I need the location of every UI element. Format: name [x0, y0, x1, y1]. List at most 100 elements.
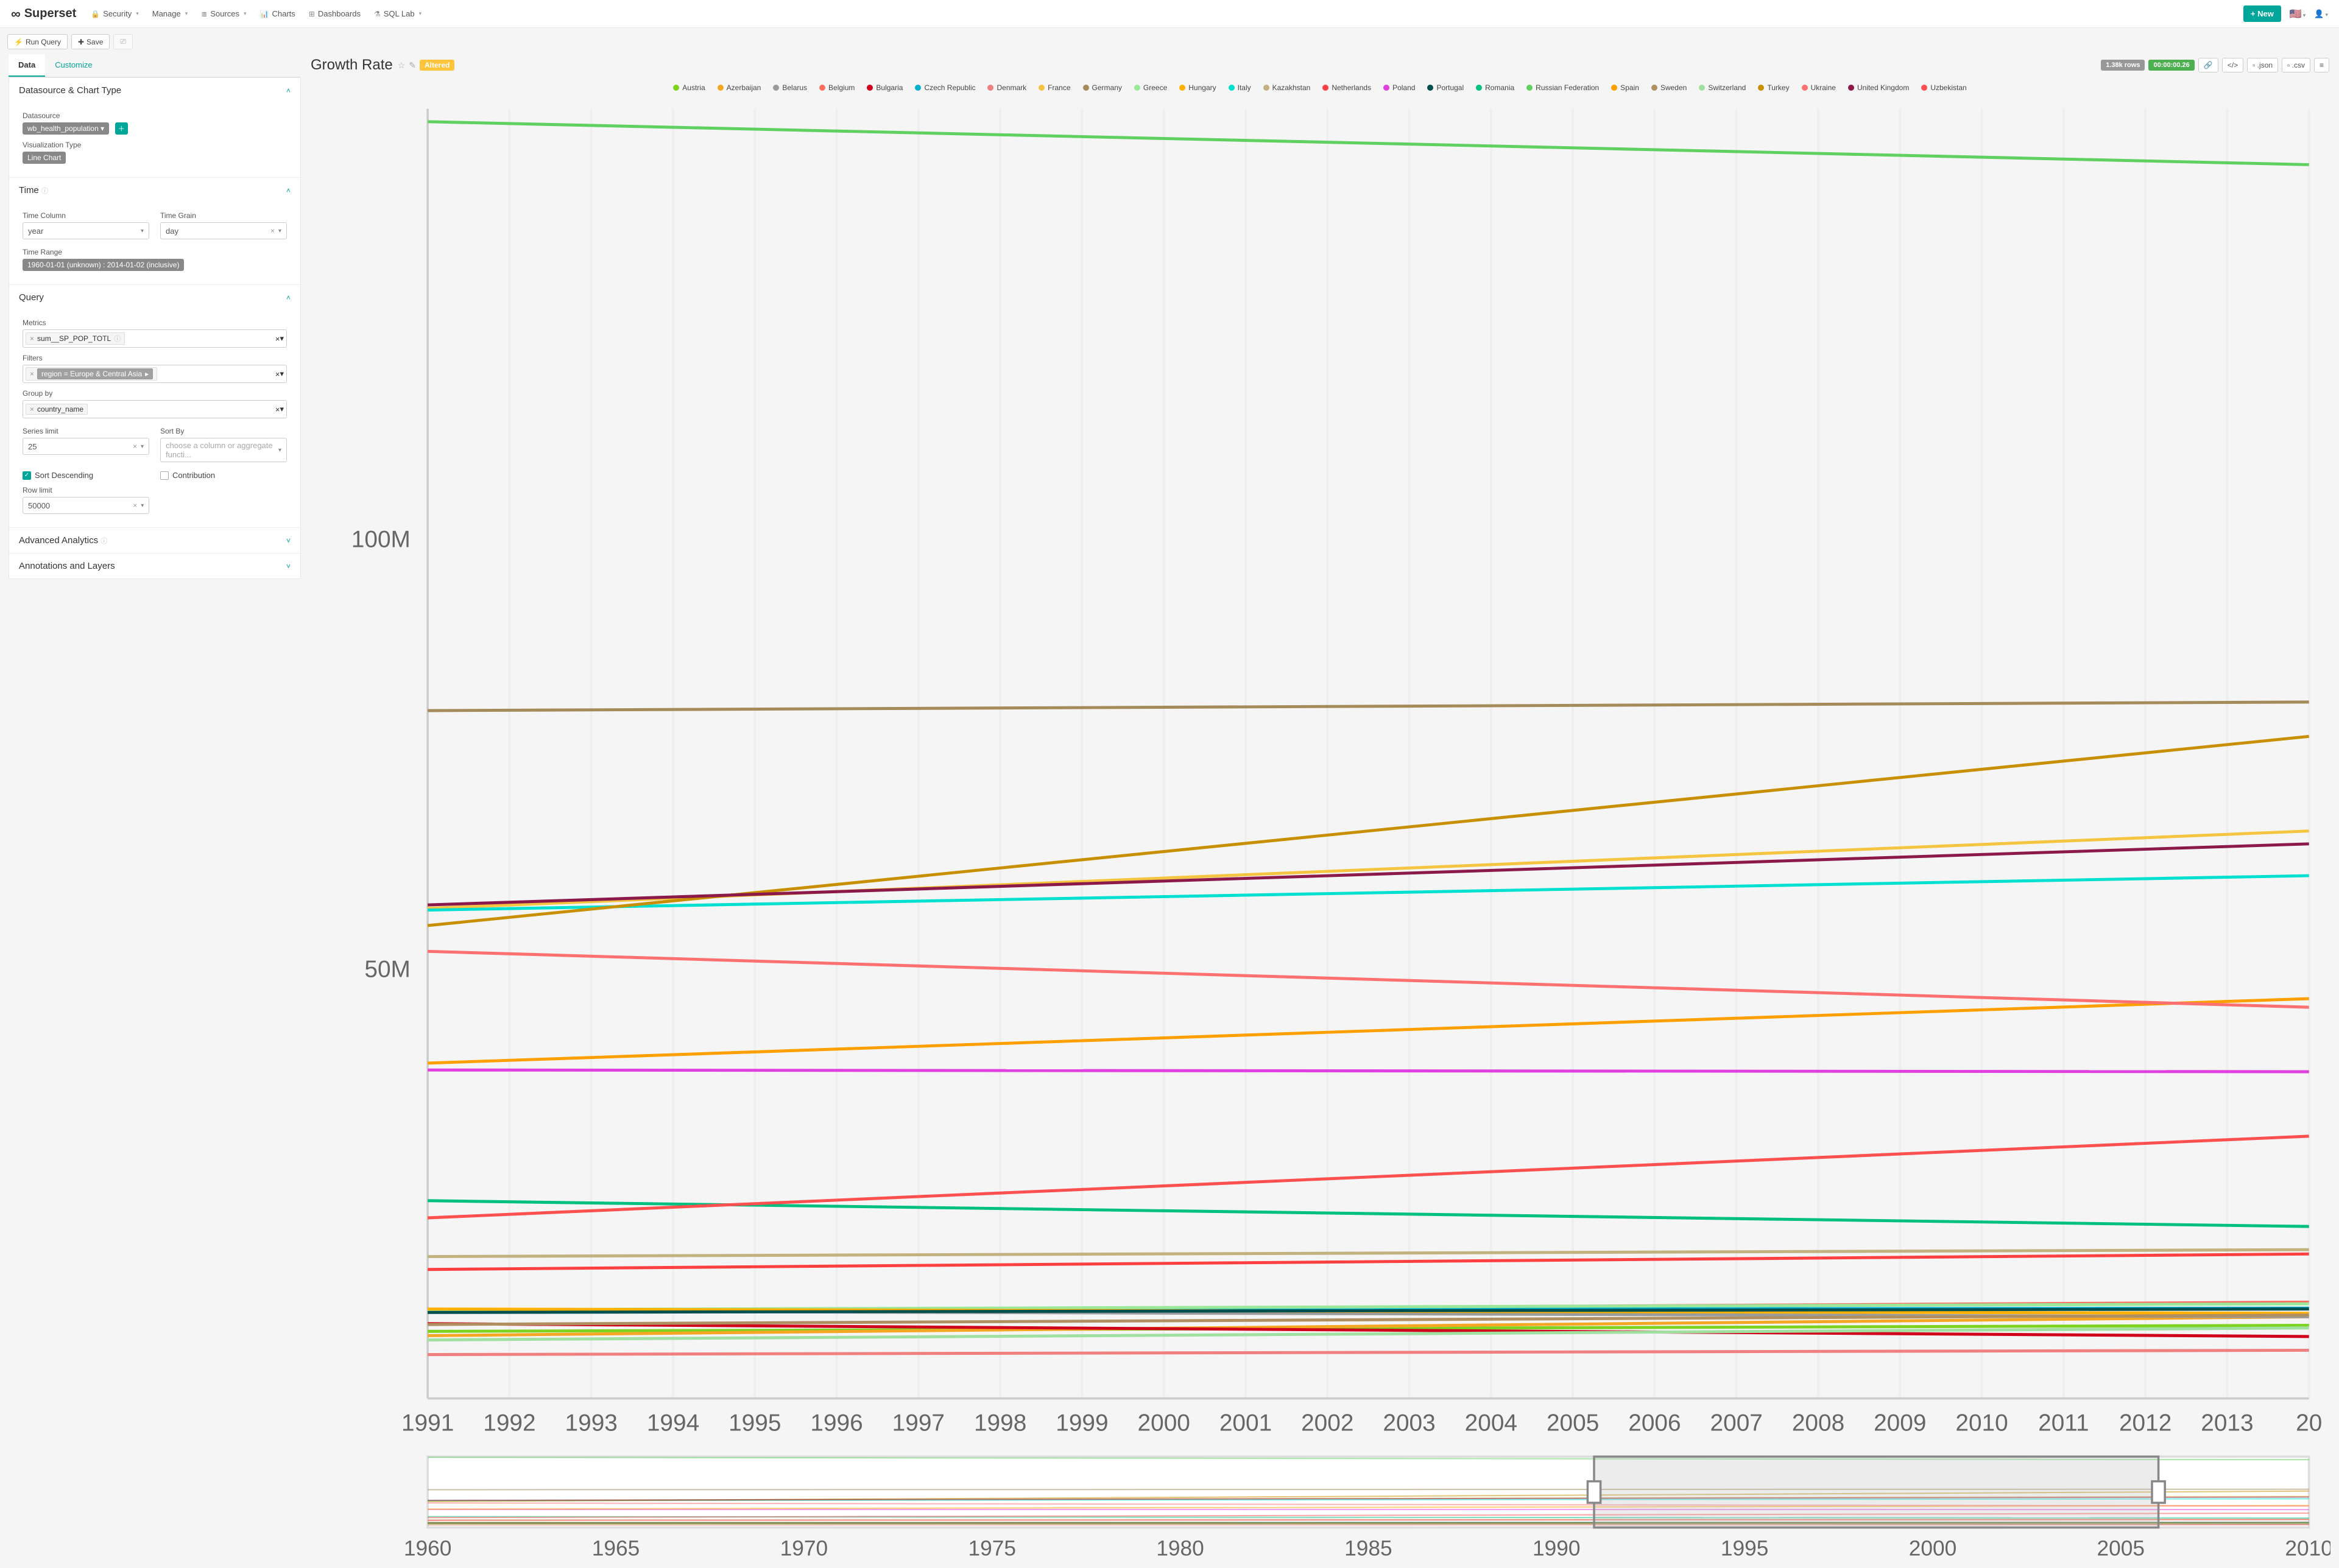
section-header-advanced[interactable]: Advanced Analytics ⓘ˅	[9, 528, 300, 553]
filters-input[interactable]: ×region = Europe & Central Asia ▸×▾	[23, 365, 287, 383]
nav-item-dashboards[interactable]: ⊞Dashboards	[309, 9, 361, 18]
legend-item[interactable]: Turkey	[1758, 83, 1789, 92]
legend-item[interactable]: Azerbaijan	[718, 83, 761, 92]
new-button[interactable]: New	[2243, 5, 2281, 22]
nav-item-manage[interactable]: Manage▾	[152, 9, 188, 18]
short-url-button[interactable]: ⎚	[113, 34, 133, 49]
nav-item-sql-lab[interactable]: ⚗SQL Lab▾	[374, 9, 422, 18]
legend-item[interactable]: Austria	[673, 83, 705, 92]
svg-text:2010: 2010	[2285, 1536, 2330, 1559]
legend-item[interactable]: United Kingdom	[1848, 83, 1909, 92]
legend-item[interactable]: Kazakhstan	[1263, 83, 1311, 92]
toolbar: ⚡Run Query ✚Save ⎚	[0, 28, 2339, 49]
edit-icon[interactable]: ✎	[409, 60, 416, 71]
superset-logo-icon: ∞	[11, 6, 21, 22]
legend-item[interactable]: Spain	[1611, 83, 1639, 92]
legend-item[interactable]: Belgium	[819, 83, 855, 92]
section-header-annotations[interactable]: Annotations and Layers˅	[9, 554, 300, 578]
legend-item[interactable]: Denmark	[987, 83, 1026, 92]
remove-tag-icon[interactable]: ×	[30, 405, 34, 413]
export-csv-button[interactable]: ▫ .csv	[2282, 58, 2310, 72]
info-icon: ⓘ	[41, 188, 48, 195]
legend-item[interactable]: Czech Republic	[915, 83, 975, 92]
embed-button[interactable]: </>	[2222, 58, 2243, 72]
sort-desc-checkbox[interactable]: ✓Sort Descending	[23, 471, 149, 480]
groupby-input[interactable]: ×country_name×▾	[23, 400, 287, 418]
legend-item[interactable]: Sweden	[1651, 83, 1687, 92]
clear-icon[interactable]: ×	[133, 501, 137, 510]
nav-item-sources[interactable]: ≣Sources▾	[201, 9, 246, 18]
svg-text:1960: 1960	[404, 1536, 452, 1559]
svg-text:1970: 1970	[780, 1536, 828, 1559]
section-query: Query˄ Metrics ×sum__SP_POP_TOTL ⓘ×▾ Fil…	[9, 285, 300, 528]
range-brush[interactable]: 1960196519701975198019851990199520002005…	[309, 1452, 2330, 1559]
menu-button[interactable]: ≡	[2314, 58, 2329, 72]
legend-item[interactable]: France	[1039, 83, 1070, 92]
svg-text:2005: 2005	[1547, 1410, 1599, 1436]
legend-item[interactable]: Belarus	[773, 83, 807, 92]
svg-text:2009: 2009	[1874, 1410, 1926, 1436]
svg-text:2000: 2000	[1909, 1536, 1957, 1559]
legend-item[interactable]: Switzerland	[1699, 83, 1746, 92]
svg-text:1990: 1990	[1533, 1536, 1581, 1559]
legend-item[interactable]: Uzbekistan	[1921, 83, 1966, 92]
rowlimit-select[interactable]: 50000×▾	[23, 497, 149, 514]
time-column-select[interactable]: year▾	[23, 222, 149, 239]
clear-icon[interactable]: ×	[275, 405, 280, 414]
legend-item[interactable]: Germany	[1083, 83, 1122, 92]
tab-customize[interactable]: Customize	[45, 54, 102, 77]
legend-item[interactable]: Ukraine	[1802, 83, 1836, 92]
clear-icon[interactable]: ×	[275, 370, 280, 379]
legend-item[interactable]: Romania	[1476, 83, 1514, 92]
star-icon[interactable]: ☆	[398, 60, 406, 71]
nav-item-charts[interactable]: 📊Charts	[260, 9, 295, 18]
legend-item[interactable]: Greece	[1134, 83, 1167, 92]
locale-flag-icon[interactable]: 🇺🇸▾	[2290, 8, 2305, 20]
section-time: Time ⓘ˄ Time Column year▾ Time Grain day…	[9, 178, 300, 285]
metrics-input[interactable]: ×sum__SP_POP_TOTL ⓘ×▾	[23, 329, 287, 348]
link-button[interactable]: 🔗	[2198, 58, 2218, 72]
contribution-checkbox[interactable]: Contribution	[160, 471, 287, 480]
save-button[interactable]: ✚Save	[71, 34, 110, 49]
line-chart[interactable]: 50M100M199119921993199419951996199719981…	[309, 98, 2330, 1452]
export-json-button[interactable]: ▫ .json	[2247, 58, 2278, 72]
svg-text:1992: 1992	[483, 1410, 535, 1436]
series-limit-select[interactable]: 25×▾	[23, 438, 149, 455]
legend-item[interactable]: Russian Federation	[1526, 83, 1599, 92]
section-annotations: Annotations and Layers˅	[9, 554, 300, 578]
remove-tag-icon[interactable]: ×	[30, 334, 34, 343]
legend-item[interactable]: Portugal	[1427, 83, 1464, 92]
time-range-label: Time Range	[23, 248, 287, 256]
run-query-button[interactable]: ⚡Run Query	[7, 34, 68, 49]
chevron-down-icon: ▾	[141, 228, 144, 234]
clear-icon[interactable]: ×	[133, 442, 137, 451]
time-grain-select[interactable]: day×▾	[160, 222, 287, 239]
chevron-down-icon: ▾	[244, 10, 247, 17]
svg-text:2003: 2003	[1383, 1410, 1435, 1436]
section-header-datasource[interactable]: Datasource & Chart Type˄	[9, 78, 300, 103]
datasource-chip[interactable]: wb_health_population ▾	[23, 122, 109, 135]
swatch-icon	[915, 85, 921, 91]
section-header-time[interactable]: Time ⓘ˄	[9, 178, 300, 203]
brand[interactable]: ∞ Superset	[11, 6, 76, 22]
query-time-pill: 00:00:00.26	[2148, 60, 2194, 71]
viz-type-chip[interactable]: Line Chart	[23, 152, 66, 164]
remove-tag-icon[interactable]: ×	[30, 370, 34, 378]
legend-item[interactable]: Netherlands	[1322, 83, 1371, 92]
legend-item[interactable]: Poland	[1383, 83, 1415, 92]
user-menu-icon[interactable]: 👤▾	[2314, 9, 2328, 19]
chevron-up-icon: ˄	[286, 186, 291, 195]
time-range-chip[interactable]: 1960-01-01 (unknown) : 2014-01-02 (inclu…	[23, 259, 184, 271]
section-header-query[interactable]: Query˄	[9, 285, 300, 310]
sortby-select[interactable]: choose a column or aggregate functi...▾	[160, 438, 287, 462]
tab-data[interactable]: Data	[9, 54, 45, 77]
checkbox-icon	[160, 471, 169, 480]
clear-icon[interactable]: ×	[275, 334, 280, 343]
legend-item[interactable]: Italy	[1229, 83, 1251, 92]
add-datasource-button[interactable]: ＋	[115, 122, 128, 135]
legend-item[interactable]: Hungary	[1179, 83, 1216, 92]
panel-tabs: Data Customize	[9, 54, 301, 77]
clear-icon[interactable]: ×	[270, 227, 275, 235]
nav-item-security[interactable]: 🔒Security▾	[91, 9, 138, 18]
legend-item[interactable]: Bulgaria	[867, 83, 903, 92]
